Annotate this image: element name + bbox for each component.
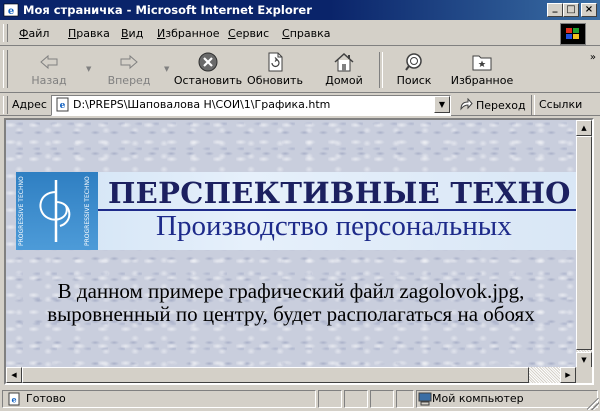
internet-explorer-icon: e	[3, 3, 19, 17]
logo-caption-right: PROGRESSIVE TECHNOLOGIES	[84, 176, 91, 246]
address-value: D:\PREPS\Шаповалова Н\СОИ\1\Графика.htm	[73, 98, 331, 111]
close-icon: ×	[584, 4, 594, 15]
security-zone-text: Мой компьютер	[432, 392, 524, 405]
company-logo: PROGRESSIVE TECHNOLOGIES PROGRESSIVE TEC…	[16, 172, 98, 250]
my-computer-icon	[418, 392, 432, 406]
status-panel-4	[370, 390, 394, 408]
windows-flag-icon	[566, 28, 579, 39]
scroll-down-button[interactable]: ▼	[576, 352, 592, 368]
refresh-icon	[268, 52, 283, 72]
vertical-scroll-thumb[interactable]	[576, 136, 592, 350]
menu-favorites[interactable]: Избранное	[157, 27, 219, 40]
forward-arrow-icon	[120, 54, 138, 70]
arrow-right-icon: ▶	[565, 371, 571, 379]
address-bar: Адрес e D:\PREPS\Шаповалова Н\СОИ\1\Граф…	[0, 94, 600, 116]
home-button[interactable]: Домой	[319, 50, 369, 90]
home-icon	[334, 52, 354, 72]
status-panel-5	[396, 390, 414, 408]
back-arrow-icon	[40, 54, 58, 70]
address-input[interactable]: e D:\PREPS\Шаповалова Н\СОИ\1\Графика.ht…	[51, 95, 451, 116]
forward-button[interactable]: Вперед	[101, 50, 157, 90]
go-button[interactable]: Переход	[459, 96, 526, 114]
title-bar[interactable]: e Моя страничка - Microsoft Internet Exp…	[0, 0, 600, 20]
window-controls: _ □ ×	[547, 3, 597, 17]
logo-emblem-icon	[39, 180, 71, 242]
scroll-left-button[interactable]: ◀	[6, 367, 22, 383]
scroll-up-button[interactable]: ▲	[576, 120, 592, 136]
header-image: PROGRESSIVE TECHNOLOGIES PROGRESSIVE TEC…	[16, 172, 576, 250]
toolbar-grip[interactable]	[3, 50, 8, 88]
search-icon	[405, 53, 422, 71]
logo-caption-left: PROGRESSIVE TECHNOLOGIES	[18, 176, 25, 246]
back-button[interactable]: Назад	[24, 50, 74, 90]
scroll-right-button[interactable]: ▶	[560, 367, 576, 383]
back-dropdown-icon[interactable]: ▼	[86, 65, 91, 73]
horizontal-scrollbar[interactable]: ◀ ▶	[6, 367, 576, 383]
standard-toolbar: Назад ▼ Вперед ▼ Остановить Обновить Дом…	[0, 47, 600, 93]
arrow-up-icon: ▲	[581, 124, 587, 132]
refresh-button[interactable]: Обновить	[247, 50, 303, 90]
menu-file[interactable]: Файл	[19, 27, 49, 40]
toolbar-separator	[379, 52, 383, 88]
address-label: Адрес	[12, 98, 47, 111]
status-panel-2	[318, 390, 342, 408]
svg-text:e: e	[11, 395, 16, 405]
chevron-down-icon: ▼	[438, 100, 446, 109]
body-paragraph: В данном примере графический файл zagolo…	[47, 279, 535, 326]
links-button[interactable]: Ссылки	[539, 98, 582, 111]
close-button[interactable]: ×	[581, 3, 597, 17]
search-button[interactable]: Поиск	[390, 50, 438, 90]
menu-help[interactable]: Справка	[282, 27, 330, 40]
windows-logo	[560, 23, 586, 45]
status-panel-3	[344, 390, 368, 408]
address-dropdown-button[interactable]: ▼	[434, 96, 450, 113]
toolbar-chevron-icon[interactable]: »	[590, 52, 596, 63]
window-title: Моя страничка - Microsoft Internet Explo…	[23, 3, 312, 17]
arrow-down-icon: ▼	[581, 356, 587, 364]
menu-grip[interactable]	[3, 24, 8, 42]
forward-dropdown-icon[interactable]: ▼	[164, 65, 169, 73]
maximize-icon: □	[566, 4, 576, 15]
horizontal-scroll-thumb[interactable]	[22, 367, 529, 383]
menu-edit[interactable]: Правка	[68, 27, 110, 40]
banner-subtitle: Производство персональных	[156, 210, 512, 242]
vertical-scrollbar[interactable]: ▲ ▼	[576, 120, 592, 368]
browser-viewport: PROGRESSIVE TECHNOLOGIES PROGRESSIVE TEC…	[4, 118, 594, 385]
stop-icon	[198, 52, 218, 72]
menu-view[interactable]: Вид	[121, 27, 143, 40]
web-page: PROGRESSIVE TECHNOLOGIES PROGRESSIVE TEC…	[6, 120, 576, 368]
address-grip[interactable]	[3, 96, 8, 114]
svg-text:e: e	[60, 101, 66, 111]
minimize-icon: _	[552, 2, 558, 13]
status-text: Готово	[26, 392, 66, 405]
resize-grip[interactable]	[587, 398, 599, 410]
menu-tools[interactable]: Сервис	[228, 27, 269, 40]
scrollbar-corner	[576, 367, 592, 383]
arrow-left-icon: ◀	[11, 371, 17, 379]
page-done-icon: e	[8, 392, 20, 406]
go-arrow-icon	[460, 98, 473, 111]
favorites-folder-icon	[472, 55, 492, 71]
minimize-button[interactable]: _	[547, 3, 563, 17]
banner-title: ПЕРСПЕКТИВНЫЕ ТЕХНО	[108, 176, 571, 210]
svg-text:e: e	[8, 6, 14, 17]
maximize-button[interactable]: □	[563, 3, 579, 17]
favorites-button[interactable]: Избранное	[449, 50, 515, 90]
status-bar: e Готово Мой компьютер	[0, 388, 600, 411]
stop-button[interactable]: Остановить	[174, 50, 242, 90]
page-icon: e	[56, 97, 69, 112]
menu-bar: Файл Правка Вид Избранное Сервис Справка	[0, 21, 600, 46]
links-separator	[531, 95, 535, 115]
